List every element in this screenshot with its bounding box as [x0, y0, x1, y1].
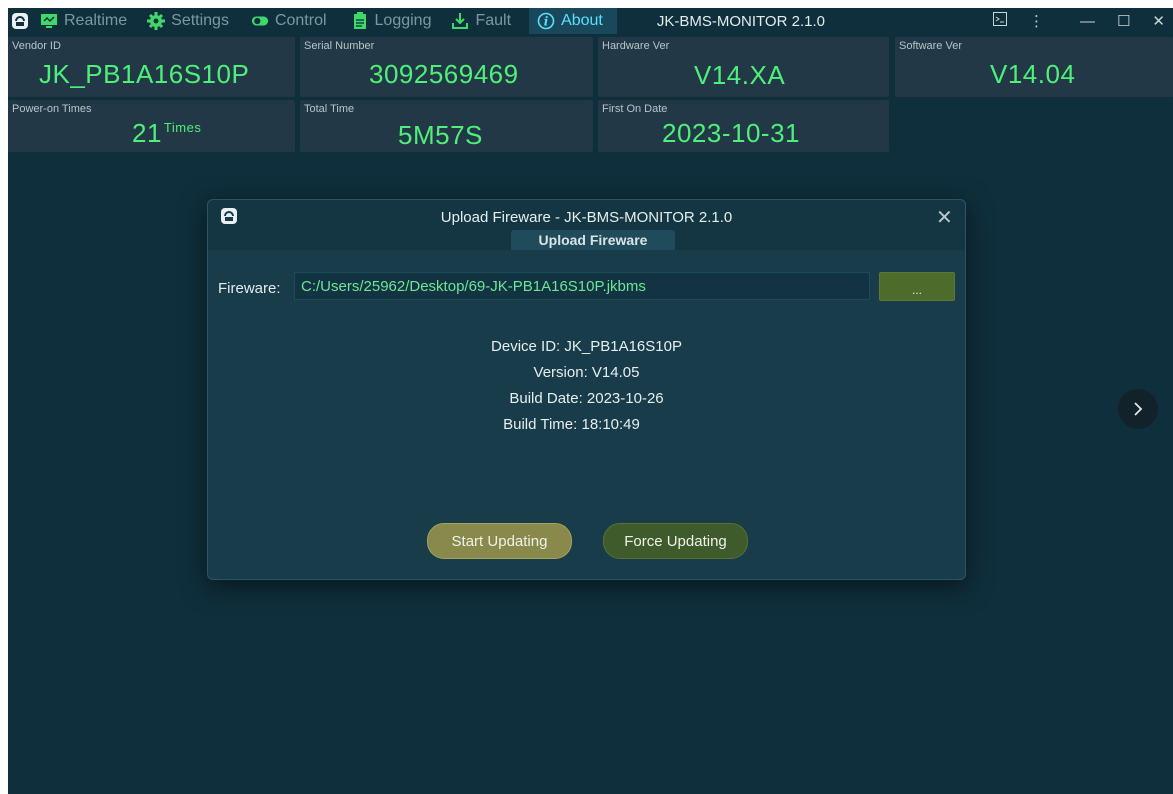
- vendor-id-value: JK_PB1A16S10P: [39, 59, 250, 89]
- next-page-button[interactable]: [1118, 389, 1158, 429]
- menu-logging[interactable]: Logging: [351, 8, 444, 34]
- browse-button[interactable]: ...: [879, 272, 955, 301]
- first-on-date-label: First On Date: [602, 103, 668, 115]
- serial-number-card: Serial Number 3092569469: [300, 37, 593, 97]
- start-updating-button[interactable]: Start Updating: [427, 523, 572, 559]
- menu-fault-label: Fault: [475, 12, 512, 29]
- clipboard-icon: [351, 12, 369, 30]
- total-time-label: Total Time: [304, 103, 355, 115]
- serial-number-value: 3092569469: [369, 59, 519, 89]
- total-time-value: 5M57S: [398, 120, 483, 150]
- build-date-line: Build Date: 2023-10-26: [208, 390, 965, 407]
- menu-realtime-label: Realtime: [64, 12, 128, 29]
- menu-fault[interactable]: Fault: [451, 8, 523, 34]
- fireware-path-input[interactable]: [294, 272, 870, 300]
- menu-about[interactable]: i About: [529, 8, 617, 34]
- app-title: JK-BMS-MONITOR 2.1.0: [656, 12, 825, 30]
- menu-realtime[interactable]: Realtime: [40, 8, 139, 34]
- download-icon: [451, 12, 469, 30]
- window-close-button[interactable]: ✕: [1152, 12, 1165, 30]
- svg-text:i: i: [544, 15, 549, 29]
- tab-upload-fireware[interactable]: Upload Fireware: [511, 230, 675, 250]
- software-ver-value: V14.04: [990, 59, 1076, 89]
- device-id-line: Device ID: JK_PB1A16S10P: [208, 338, 965, 355]
- hardware-ver-value: V14.XA: [694, 60, 786, 90]
- build-time-line: Build Time: 18:10:49: [208, 416, 965, 433]
- software-ver-card: Software Ver V14.04: [895, 37, 1173, 97]
- info-icon: i: [537, 12, 555, 30]
- minimize-button[interactable]: —: [1080, 13, 1095, 30]
- upload-fireware-dialog: Upload Fireware - JK-BMS-MONITOR 2.1.0 ✕…: [207, 199, 966, 580]
- menu-logging-label: Logging: [374, 12, 432, 29]
- build-time-text: Build Time: 18:10:49: [503, 416, 640, 433]
- build-date-text: Build Date: 2023-10-26: [509, 390, 664, 407]
- power-on-times-value: 21 Times: [132, 118, 201, 149]
- chevron-right-icon: [1134, 402, 1143, 416]
- power-on-times-label: Power-on Times: [12, 103, 92, 115]
- menu-bar: Realtime Settings Control Logging Fault: [8, 8, 1173, 34]
- menu-control-label: Control: [274, 12, 327, 29]
- menu-settings-label: Settings: [171, 12, 229, 29]
- dialog-titlebar: Upload Fireware - JK-BMS-MONITOR 2.1.0 ✕…: [208, 200, 965, 250]
- maximize-button[interactable]: ☐: [1117, 12, 1130, 30]
- monitor-icon: [40, 12, 58, 30]
- vendor-id-label: Vendor ID: [12, 40, 61, 52]
- serial-number-label: Serial Number: [304, 40, 375, 52]
- toggle-icon: [251, 12, 269, 30]
- power-on-times-number: 21: [132, 118, 162, 148]
- dialog-title: Upload Fireware - JK-BMS-MONITOR 2.1.0: [440, 209, 733, 226]
- menu-settings[interactable]: Settings: [147, 8, 241, 34]
- vendor-id-card: Vendor ID JK_PB1A16S10P: [8, 37, 295, 97]
- app-logo-icon: [10, 11, 30, 31]
- version-text: Version: V14.05: [533, 364, 640, 381]
- hardware-ver-card: Hardware Ver V14.XA: [598, 37, 889, 97]
- device-id-text: Device ID: JK_PB1A16S10P: [491, 338, 682, 355]
- gear-icon: [147, 12, 166, 30]
- power-on-times-card: Power-on Times 21 Times: [8, 100, 295, 152]
- more-options-icon[interactable]: ⋮: [1029, 12, 1044, 30]
- force-updating-button[interactable]: Force Updating: [603, 523, 748, 559]
- window-controls: ⋮ — ☐ ✕: [992, 12, 1173, 30]
- first-on-date-card: First On Date 2023-10-31: [598, 100, 889, 152]
- terminal-icon[interactable]: [992, 12, 1007, 30]
- fireware-label: Fireware:: [218, 280, 281, 297]
- power-on-times-unit: Times: [163, 120, 202, 135]
- app-window: Realtime Settings Control Logging Fault: [8, 8, 1173, 794]
- hardware-ver-label: Hardware Ver: [602, 40, 670, 52]
- menu-control[interactable]: Control: [251, 8, 339, 34]
- software-ver-label: Software Ver: [899, 40, 962, 52]
- dialog-close-button[interactable]: ✕: [936, 205, 953, 230]
- first-on-date-value: 2023-10-31: [662, 118, 800, 148]
- total-time-card: Total Time 5M57S: [300, 100, 593, 152]
- version-line: Version: V14.05: [208, 364, 965, 381]
- menu-about-label: About: [561, 12, 603, 29]
